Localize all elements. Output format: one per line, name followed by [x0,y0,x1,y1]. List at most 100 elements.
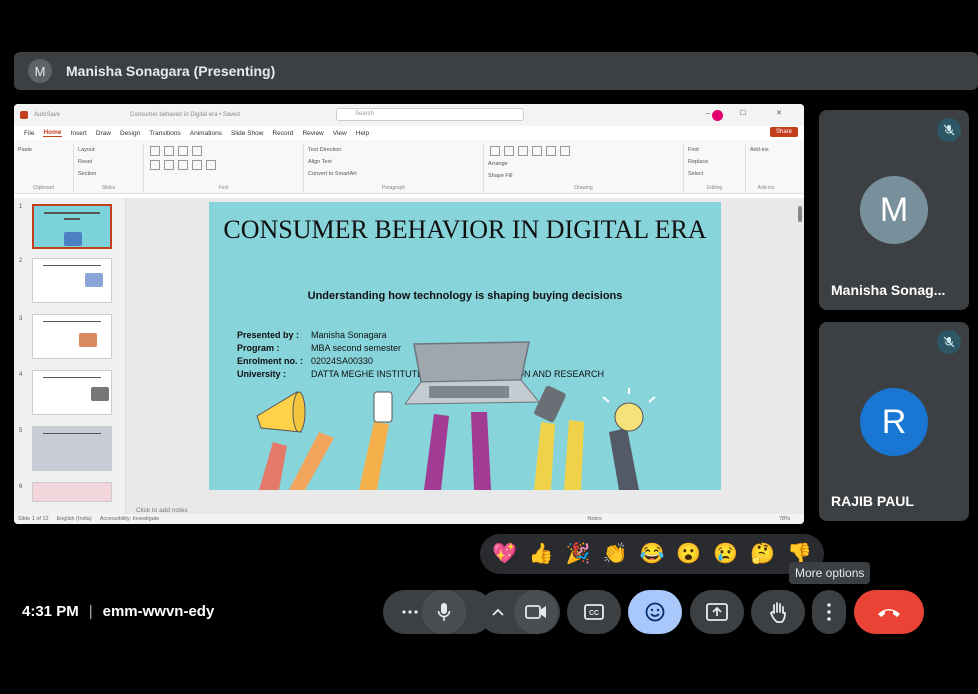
ppt-search-input[interactable]: Search [336,108,524,121]
reaction-thinking[interactable]: 🤔 [750,544,775,564]
ribbon-label-font: Font [218,185,229,191]
ribbon-group-font: Font [144,144,304,193]
reactions-button[interactable] [628,590,682,634]
menu-view[interactable]: View [333,130,347,137]
svg-text:CC: CC [589,610,599,617]
microphone-icon [437,603,451,621]
ribbon-group-addins: Add-ins Add-ins [746,144,786,193]
present-screen-button[interactable] [690,590,744,634]
menu-animations[interactable]: Animations [190,130,222,137]
present-to-all-icon [706,603,728,621]
document-title: Consumer behavior in Digital era • Saved [130,112,240,118]
reaction-heart[interactable]: 💖 [492,544,517,564]
ribbon-label-paragraph: Paragraph [381,185,406,191]
menu-file[interactable]: File [24,130,34,137]
status-accessibility[interactable]: Accessibility: Investigate [100,516,160,522]
slide-thumbnail[interactable] [32,482,112,502]
window-controls[interactable]: – ☐ ✕ [706,109,796,117]
presenter-avatar: M [28,59,52,83]
audio-control-group [383,590,493,634]
meeting-info: 4:31 PM | emm-wwvn-edy [22,603,214,620]
reaction-party-popper[interactable]: 🎉 [566,544,591,564]
reset-button[interactable]: Reset [74,156,143,168]
layout-button[interactable]: Layout [74,144,143,156]
align-text-button[interactable]: Align Text [304,156,483,168]
shape-fill-button[interactable]: Shape Fill [484,170,683,182]
menu-review[interactable]: Review [302,130,323,137]
status-notes[interactable]: Notes [587,516,601,522]
reactions-bar: 💖 👍 🎉 👏 😂 😮 😢 🤔 👎 [480,534,824,574]
raise-hand-icon [770,602,786,623]
ppt-share-button[interactable]: Share [769,127,798,137]
add-ins-button[interactable]: Add-ins [746,144,786,156]
participant-tile[interactable]: M Manisha Sonag... [819,110,969,310]
ppt-ribbon: Paste Clipboard Layout Reset Section Sli… [14,140,804,194]
menu-transitions[interactable]: Transitions [149,130,181,137]
ribbon-group-drawing: Arrange Shape Fill Drawing [484,144,684,193]
slide-thumbnail[interactable] [32,258,112,303]
reaction-clap[interactable]: 👏 [603,544,628,564]
slide-editor: CONSUMER BEHAVIOR IN DIGITAL ERA Underst… [126,198,804,514]
replace-button[interactable]: Replace [684,156,745,168]
convert-smartart-button[interactable]: Convert to SmartArt [304,168,483,180]
slide-thumbnail[interactable] [32,204,112,249]
menu-record[interactable]: Record [272,130,293,137]
select-button[interactable]: Select [684,168,745,180]
more-options-button[interactable] [812,590,846,634]
slide-thumbnail-pane: 1 2 3 4 5 6 [14,198,126,514]
editor-scrollbar[interactable] [796,198,804,514]
slide-thumbnail[interactable] [32,426,112,471]
video-camera-icon [525,605,546,619]
menu-home[interactable]: Home [43,129,62,137]
participant-avatar: R [860,388,928,456]
closed-captions-icon: CC [584,604,604,620]
call-end-icon [878,609,900,617]
menu-design[interactable]: Design [120,130,140,137]
section-button[interactable]: Section [74,168,143,180]
ribbon-label-addins: Add-ins [757,185,775,191]
thumb-number: 6 [19,484,23,490]
shapes-gallery[interactable] [484,144,683,158]
ribbon-group-paragraph: Text Direction Align Text Convert to Sma… [304,144,484,193]
paste-button[interactable]: Paste [14,144,73,156]
slide-thumbnail[interactable] [32,314,112,359]
reaction-thumbs-down[interactable]: 👎 [787,544,812,564]
text-direction-button[interactable]: Text Direction [304,144,483,156]
participant-name: RAJIB PAUL [831,493,914,509]
slide-thumbnail[interactable] [32,370,112,415]
font-controls[interactable] [144,144,303,158]
thumb-number: 1 [19,204,23,210]
menu-draw[interactable]: Draw [96,130,111,137]
notes-placeholder[interactable]: Click to add notes [136,507,188,514]
thumb-number: 2 [19,258,23,264]
status-zoom[interactable]: 78% [779,516,790,522]
meeting-time: 4:31 PM [22,603,79,620]
chevron-up-icon [492,608,504,616]
raise-hand-button[interactable] [751,590,805,634]
video-options-button[interactable] [480,590,516,634]
ribbon-group-clipboard: Paste Clipboard [14,144,74,193]
meeting-code[interactable]: emm-wwvn-edy [103,603,215,620]
reaction-surprised[interactable]: 😮 [676,544,701,564]
participant-avatar: M [860,176,928,244]
reaction-laugh[interactable]: 😂 [639,544,664,564]
microphone-button[interactable] [422,590,466,634]
find-button[interactable]: Find [684,144,745,156]
reaction-sad[interactable]: 😢 [713,544,738,564]
menu-insert[interactable]: Insert [71,130,87,137]
reaction-thumbs-up[interactable]: 👍 [529,544,554,564]
ribbon-group-slides: Layout Reset Section Slides [74,144,144,193]
thumb-number: 3 [19,316,23,322]
thumb-number: 4 [19,372,23,378]
font-format-controls[interactable] [144,158,303,172]
arrange-button[interactable]: Arrange [484,158,683,170]
ribbon-label-editing: Editing [706,185,723,191]
menu-slide-show[interactable]: Slide Show [231,130,264,137]
captions-button[interactable]: CC [567,590,621,634]
participant-tile[interactable]: R RAJIB PAUL [819,322,969,521]
menu-help[interactable]: Help [356,130,369,137]
leave-call-button[interactable] [854,590,924,634]
current-slide[interactable]: CONSUMER BEHAVIOR IN DIGITAL ERA Underst… [209,202,721,490]
camera-button[interactable] [514,590,558,634]
status-language[interactable]: English (India) [57,516,92,522]
